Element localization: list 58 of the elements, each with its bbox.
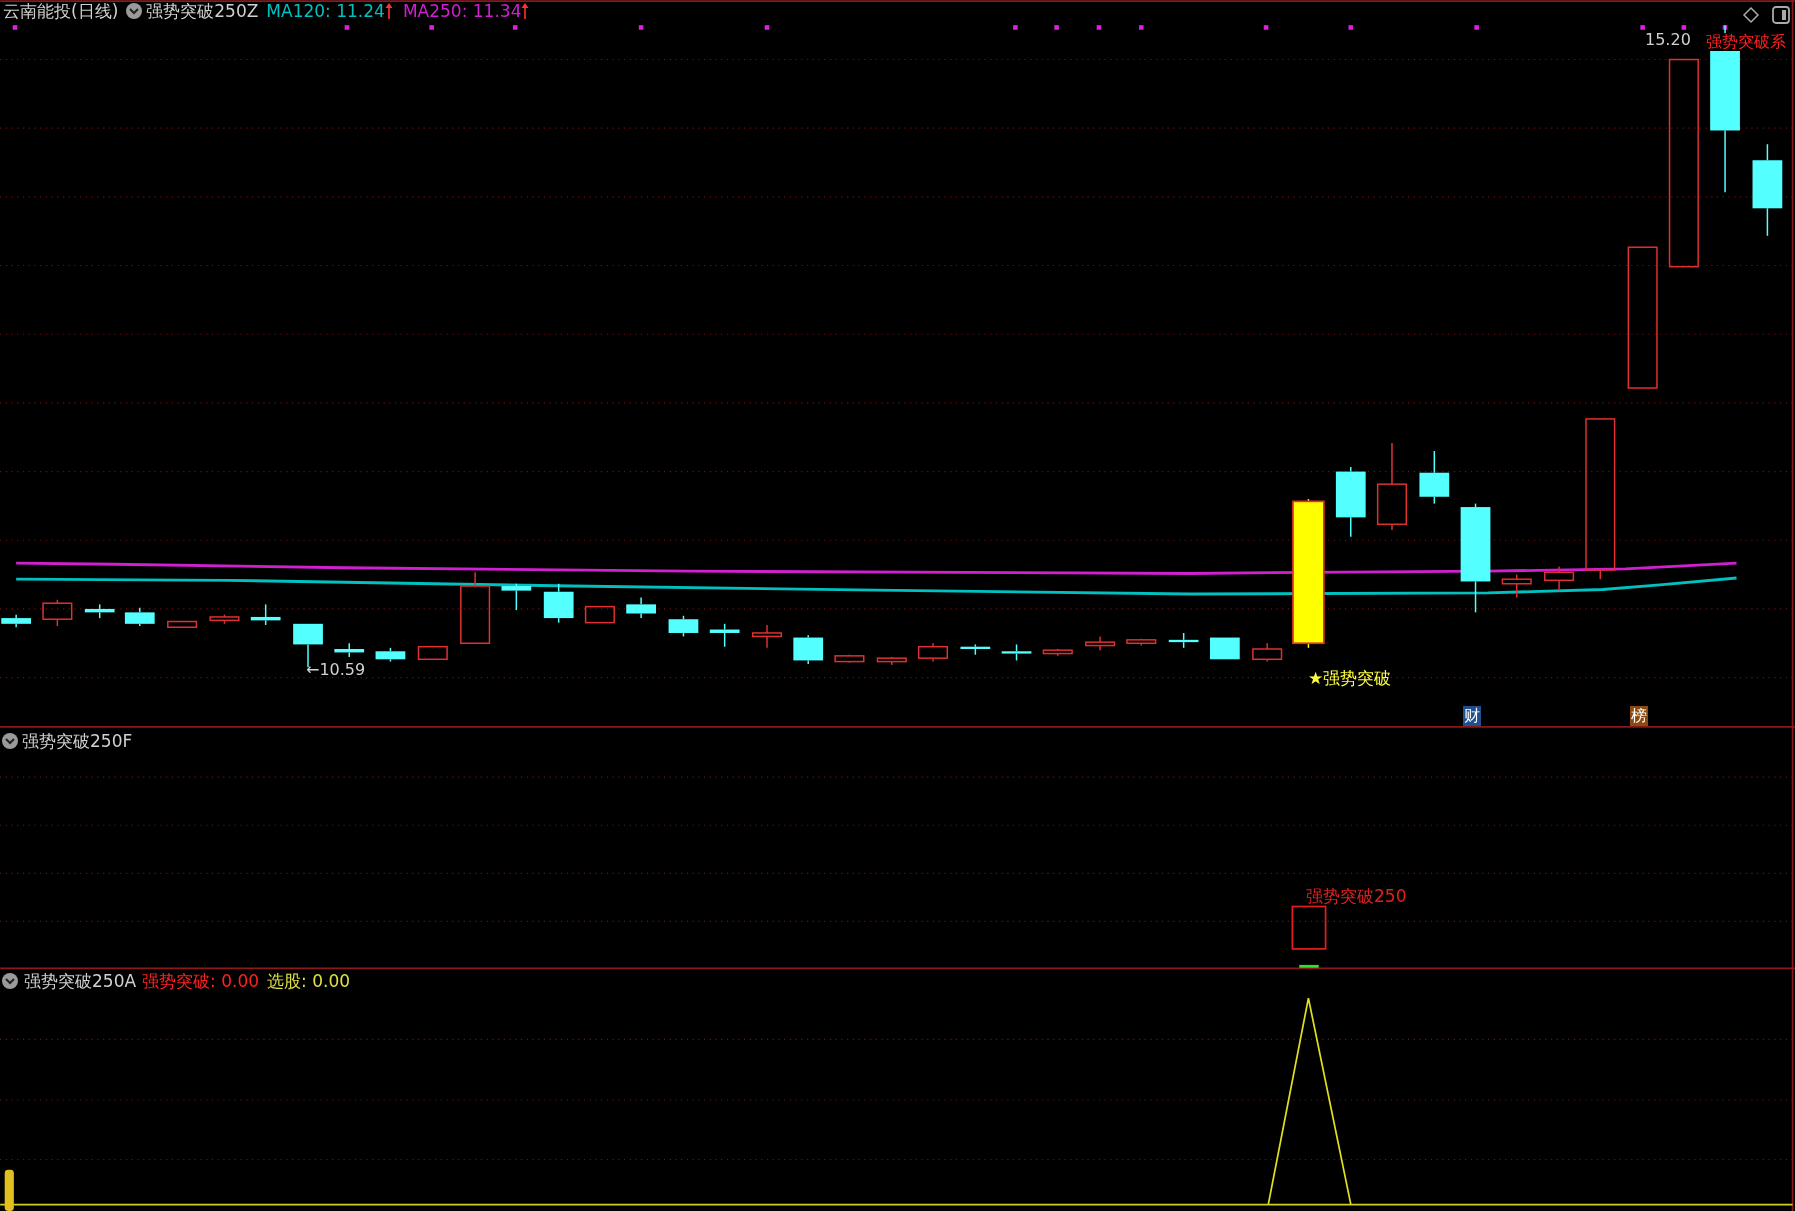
- candlestick: [1001, 643, 1032, 662]
- dropdown-icon[interactable]: [2, 973, 18, 989]
- diamond-icon[interactable]: [1742, 6, 1760, 24]
- price-label: 15.20: [1645, 29, 1691, 51]
- candlestick: [960, 643, 991, 656]
- candlestick: [917, 642, 949, 663]
- scroll-handle[interactable]: [4, 1169, 14, 1211]
- candlestick: [543, 583, 574, 624]
- indicator-value: 强势突破: 0.00: [142, 970, 260, 992]
- candlestick: [1, 613, 32, 628]
- ma-value: MA120: 11.24: [266, 1, 385, 21]
- candlestick: [1126, 637, 1157, 647]
- indicator-title: 强势突破250Z: [146, 1, 259, 21]
- signal-label: 强势突破系: [1706, 33, 1786, 51]
- info-badge[interactable]: 榜: [1630, 706, 1648, 726]
- candlestick: [1419, 450, 1450, 505]
- candlestick: [1210, 637, 1240, 660]
- candlestick: [1168, 632, 1199, 649]
- candlestick: [834, 653, 865, 664]
- signal-label: 强势突破250: [1306, 885, 1407, 908]
- candlestick: [334, 642, 365, 658]
- signal-marker: [1299, 964, 1319, 968]
- candlestick: [1085, 635, 1116, 651]
- candlestick: [167, 620, 198, 628]
- candlestick: [793, 634, 824, 665]
- dropdown-icon[interactable]: [126, 3, 143, 19]
- signal-bar: [1291, 905, 1327, 950]
- candlestick: [1335, 466, 1366, 538]
- up-arrow-icon: [384, 2, 393, 20]
- candlestick: [709, 623, 740, 648]
- panel-toggle-icon[interactable]: [1771, 5, 1791, 25]
- stock-title: 云南能投(日线): [3, 1, 119, 21]
- candlestick: [417, 645, 448, 661]
- candlestick: [751, 624, 783, 649]
- ma-value: MA250: 11.34: [402, 1, 522, 21]
- candlestick: [501, 583, 532, 611]
- signal-label: ★强势突破: [1308, 667, 1392, 690]
- candlestick: [1544, 565, 1575, 592]
- candlestick: [209, 613, 240, 625]
- candlestick: [1252, 642, 1283, 663]
- candlestick: [375, 647, 406, 663]
- panel-title: 强势突破250F: [22, 730, 133, 752]
- candlestick: [626, 596, 656, 619]
- candlestick: [250, 603, 281, 626]
- candlestick: [84, 603, 115, 619]
- dropdown-icon[interactable]: [2, 733, 18, 749]
- panel-title: 强势突破250A: [24, 970, 137, 992]
- up-arrow-icon: [521, 2, 530, 20]
- candlestick: [42, 599, 73, 627]
- candlestick: [124, 607, 155, 627]
- candlestick: [668, 615, 699, 638]
- candlestick: [876, 656, 907, 666]
- indicator-value: 选股: 0.00: [267, 970, 351, 992]
- candlestick: [584, 605, 615, 624]
- candlestick: [1501, 573, 1532, 599]
- price-label: ←10.59: [306, 659, 366, 681]
- candlestick: [1042, 648, 1073, 657]
- info-badge[interactable]: 财: [1463, 706, 1481, 726]
